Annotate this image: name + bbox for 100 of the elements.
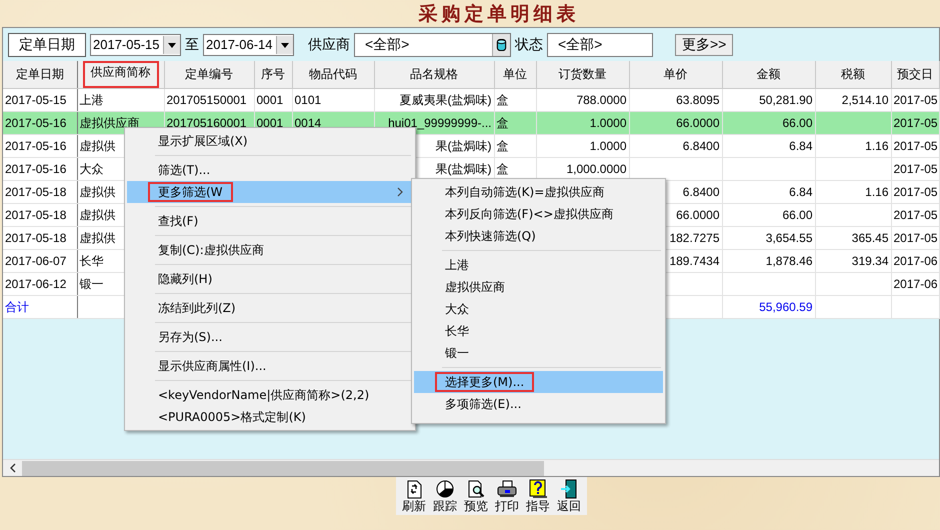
column-header[interactable]: 定单日期: [3, 61, 77, 88]
table-cell: 3,654.55: [766, 231, 812, 245]
table-cell: 1.16: [865, 185, 888, 199]
menu-item[interactable]: 大众: [414, 298, 663, 320]
table-cell: 2017-05: [894, 139, 938, 153]
table-cell: 果(盐焗味): [436, 162, 492, 176]
exit-door-icon: [559, 479, 579, 499]
table-cell: 66.00: [782, 208, 812, 222]
table-cell: 319.34: [852, 254, 888, 268]
table-cell: 66.00: [782, 116, 812, 130]
table-cell: 1,000.0000: [566, 162, 626, 176]
table-cell: 6.84: [789, 139, 812, 153]
menu-item[interactable]: 锻一: [414, 342, 663, 364]
scrollbar-thumb[interactable]: [22, 460, 544, 476]
menu-item[interactable]: 多项筛选(E)...: [414, 393, 663, 415]
column-header[interactable]: 单价: [629, 61, 722, 88]
table-cell: 788.0000: [576, 93, 626, 107]
table-cell: 虚拟供: [80, 230, 116, 244]
table-cell: 夏威夷果(盐焗味): [400, 92, 492, 106]
to-label: 至: [185, 36, 199, 54]
table-cell: 63.8095: [676, 93, 720, 107]
supplier-label: 供应商: [308, 36, 350, 54]
table-cell: 0014: [294, 116, 322, 130]
status-label: 状态: [515, 36, 543, 54]
table-cell: 189.7434: [669, 254, 720, 268]
table-cell: 大众: [80, 162, 104, 176]
menu-item[interactable]: 冻结到此列(Z): [127, 297, 413, 319]
table-cell: 盒: [496, 116, 508, 130]
column-header[interactable]: 订货数量: [536, 61, 629, 88]
menu-item[interactable]: 复制(C):虚拟供应商: [127, 239, 413, 261]
column-header[interactable]: 金额: [722, 61, 815, 88]
menu-item[interactable]: 查找(F): [127, 210, 413, 232]
column-header[interactable]: 品名规格: [374, 61, 494, 88]
dropdown-icon[interactable]: [276, 36, 293, 54]
table-cell: 锻一: [80, 276, 104, 290]
total-cell: 55,960.59: [759, 300, 812, 314]
table-cell: 1.16: [865, 139, 888, 153]
menu-item[interactable]: <PURA0005>格式定制(K): [127, 406, 413, 428]
table-cell: 2017-06: [894, 277, 938, 291]
column-header[interactable]: 税额: [815, 61, 891, 88]
column-header[interactable]: 预交日: [891, 61, 939, 88]
track-button[interactable]: 跟踪: [431, 479, 459, 513]
table-cell: 2,514.10: [842, 93, 888, 107]
table-cell: 2017-05: [894, 231, 938, 245]
table-cell: 2017-06-07: [5, 254, 66, 268]
table-cell: 上港: [80, 92, 104, 106]
dropdown-icon[interactable]: [163, 36, 180, 54]
return-button[interactable]: 返回: [555, 479, 583, 513]
table-cell: 201705150001: [166, 93, 247, 107]
table-cell: 长华: [80, 254, 104, 268]
menu-item[interactable]: 选择更多(M)...: [414, 371, 663, 393]
menu-item[interactable]: 本列反向筛选(F)<>虚拟供应商: [414, 203, 663, 225]
print-button[interactable]: 打印: [493, 479, 521, 513]
column-header[interactable]: 序号: [254, 61, 292, 88]
column-header[interactable]: 定单编号: [164, 61, 254, 88]
menu-item[interactable]: 上港: [414, 254, 663, 276]
guide-button[interactable]: 指导: [524, 479, 552, 513]
table-cell: 6.84: [789, 185, 812, 199]
column-header[interactable]: 物品代码: [292, 61, 374, 88]
table-cell: 2017-05-16: [5, 116, 66, 130]
table-cell: 0101: [294, 93, 322, 107]
table-cell: 2017-05: [894, 162, 938, 176]
date-from-field[interactable]: 2017-05-15: [90, 34, 181, 56]
table-cell: 182.7275: [669, 231, 720, 245]
table-cell: 2017-05: [894, 208, 938, 222]
table-cell: 2017-05-15: [5, 93, 66, 107]
column-header[interactable]: 供应商简称: [77, 61, 164, 88]
database-icon[interactable]: [492, 34, 510, 56]
menu-item[interactable]: 隐藏列(H): [127, 268, 413, 290]
table-cell: 2017-05-18: [5, 185, 66, 199]
menu-item[interactable]: 显示供应商属性(I)...: [127, 355, 413, 377]
date-to-field[interactable]: 2017-06-14: [203, 34, 294, 56]
supplier-field[interactable]: <全部>: [354, 32, 511, 56]
status-field[interactable]: <全部>: [547, 32, 653, 56]
table-cell: 2017-05-18: [5, 231, 66, 245]
total-cell: 合计: [5, 300, 29, 314]
menu-item[interactable]: 另存为(S)...: [127, 326, 413, 348]
table-cell: 1,878.46: [766, 254, 812, 268]
menu-item[interactable]: <keyVendorName|供应商简称>(2,2): [127, 384, 413, 406]
preview-button[interactable]: 预览: [462, 479, 490, 513]
table-cell: 0001: [256, 93, 284, 107]
more-button[interactable]: 更多>>: [675, 34, 734, 56]
table-cell: hui01_99999999-...: [388, 116, 492, 130]
refresh-button[interactable]: 刷新: [400, 479, 428, 513]
date-label: 定单日期: [8, 32, 86, 56]
column-header[interactable]: 单位: [494, 61, 536, 88]
table-cell: 50,281.90: [759, 93, 812, 107]
menu-item[interactable]: 本列自动筛选(K)=虚拟供应商: [414, 181, 663, 203]
menu-item[interactable]: 本列快速筛选(Q): [414, 225, 663, 247]
table-cell: 2017-05-16: [5, 162, 66, 176]
scroll-left-icon[interactable]: [9, 463, 17, 473]
table-cell: 1.0000: [590, 139, 626, 153]
menu-item[interactable]: 筛选(T)...: [127, 159, 413, 181]
table-cell: 盒: [496, 92, 508, 106]
menu-item[interactable]: 长华: [414, 320, 663, 342]
table-cell: 虚拟供: [80, 138, 116, 152]
menu-item[interactable]: 虚拟供应商: [414, 276, 663, 298]
table-cell: 6.8400: [682, 185, 720, 199]
table-cell: 2017-06-12: [5, 277, 66, 291]
menu-item[interactable]: 更多筛选(W: [127, 181, 413, 203]
